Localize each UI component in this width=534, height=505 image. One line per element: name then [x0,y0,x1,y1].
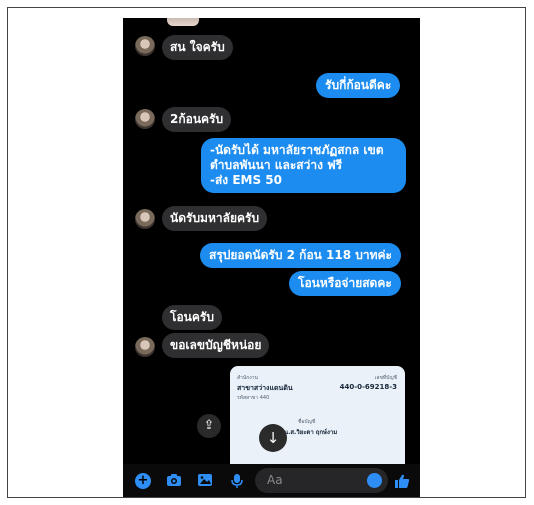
branch-name: สาขาสว่างแดนดิน [237,384,293,392]
camera-icon[interactable] [166,473,182,489]
previous-photo-thumbnail[interactable] [167,18,199,26]
download-icon[interactable]: ↓ [259,424,287,452]
account-label: เลขที่บัญชี [374,375,397,381]
account-name-label: ชื่อบัญชี [298,419,316,425]
incoming-message[interactable]: 2ก้อนครับ [162,107,232,132]
avatar[interactable] [135,36,155,56]
emoji-icon[interactable] [367,473,382,488]
incoming-message[interactable]: นัดรับมหาลัยครับ [162,206,268,231]
avatar[interactable] [135,109,155,129]
message-input-placeholder: Aa [267,473,283,487]
message-input[interactable]: Aa [255,468,388,493]
avatar[interactable] [135,337,155,357]
gallery-icon[interactable] [197,473,213,489]
incoming-message[interactable]: สน ใจครับ [162,35,233,60]
outgoing-message[interactable]: โอนหรือจ่ายสดคะ [289,271,401,296]
microphone-icon[interactable] [229,473,245,489]
bank-account-image[interactable]: สำนักงาน สาขาสว่างแดนดิน รหัสสาขา 440 เล… [230,366,405,471]
share-icon[interactable]: ⇪ [197,414,221,438]
outgoing-message[interactable]: -นัดรับได้ มหาลัยราชภัฏสกล เขต ตำบลพันนา… [201,138,406,193]
incoming-message[interactable]: โอนครับ [162,305,222,330]
plus-icon[interactable]: + [135,473,151,489]
outgoing-message[interactable]: สรุปยอดนัดรับ 2 ก้อน 118 บาทค่ะ [200,243,401,268]
incoming-message[interactable]: ขอเลขบัญชีหน่อย [162,333,270,358]
branch-code: รหัสสาขา 440 [237,395,270,401]
message-composer: + Aa [123,464,420,497]
outgoing-message[interactable]: รับกี่ก้อนดีคะ [316,73,401,98]
account-name: น.ส.วิยะดา ฤกษ์งาม [284,429,338,436]
thumbs-up-icon[interactable] [394,473,410,489]
branch-label: สำนักงาน [237,375,258,381]
chat-screen: สน ใจครับ รับกี่ก้อนดีคะ 2ก้อนครับ -นัดร… [123,18,420,497]
account-number: 440-0-69218-3 [339,383,397,391]
avatar[interactable] [135,209,155,229]
